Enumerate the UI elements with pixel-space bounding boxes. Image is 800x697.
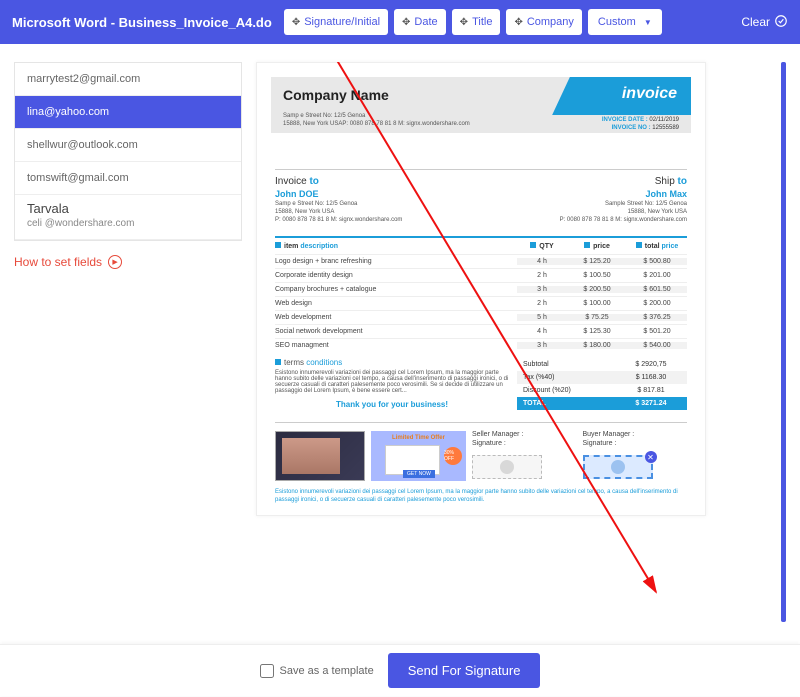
scrollbar[interactable] [781,62,786,622]
seller-signature-box[interactable] [472,455,542,479]
party-row: Invoice to John DOE Samp e Street No: 12… [275,169,687,224]
field-date[interactable]: ✥ Date [394,9,446,35]
table-row: Corporate identity design2 h$ 100.50$ 20… [275,268,687,282]
ship-to: Ship to John Max Sample Street No: 12/5 … [560,176,687,224]
group-email: celi @wondershare.com [27,218,229,229]
save-template-label: Save as a template [280,665,374,677]
table-row: Web design2 h$ 100.00$ 200.00 [275,296,687,310]
document-page[interactable]: Company Name invoice Samp e Street No: 1… [256,62,706,516]
terms: terms conditions Esistono innumerevoli v… [275,358,517,410]
field-label: Date [414,16,437,28]
sidebar: marrytest2@gmail.com lina@yahoo.com shel… [14,62,242,644]
terms-body: Esistono innumerevoli variazioni dei pas… [275,370,509,394]
totals: Subtotal$ 2920,75 Tax (%40)$ 1168.30 Dis… [517,358,687,410]
seller-manager-label: Seller Manager : [472,431,577,438]
buyer-signature-col: Buyer Manager : Signature : ✕ [583,431,688,481]
doc-header: Company Name invoice Samp e Street No: 1… [271,77,691,133]
signature-label: Signature : [472,440,577,447]
field-title[interactable]: ✥ Title [452,9,501,35]
seller-signature-col: Seller Manager : Signature : [472,431,577,481]
thank-you: Thank you for your business! [275,400,509,409]
signature-row: Limited Time Offer 30% OFF GET NOW Selle… [275,422,687,481]
caret-down-icon: ▼ [644,18,652,27]
company-address: Samp e Street No: 12/5 Genoa 15888, New … [283,113,470,129]
custom-field-dropdown[interactable]: Custom ▼ [588,9,662,35]
recipient-item[interactable]: tomswift@gmail.com [15,162,241,195]
howto-label: How to set fields [14,255,102,269]
invoice-meta: INVOICE DATE : 02/11/2019 INVOICE NO : 1… [602,117,679,133]
field-signature-initial[interactable]: ✥ Signature/Initial [284,9,388,35]
clear-button[interactable]: Clear [741,14,788,31]
invoice-to: Invoice to John DOE Samp e Street No: 12… [275,176,402,224]
stamp-icon [611,460,625,474]
play-icon: ▶ [108,255,122,269]
promo-title: Limited Time Offer [375,435,462,441]
field-label: Signature/Initial [304,16,380,28]
document-viewport: Company Name invoice Samp e Street No: 1… [256,62,786,644]
move-icon: ✥ [292,17,300,28]
remove-field-icon[interactable]: ✕ [645,451,657,463]
bottom-bar: Save as a template Send For Signature [0,644,800,696]
buyer-manager-label: Buyer Manager : [583,431,688,438]
table-row: Web development5 h$ 75.25$ 376.25 [275,310,687,324]
move-icon: ✥ [514,17,522,28]
field-company[interactable]: ✥ Company [506,9,581,35]
toolbar: Microsoft Word - Business_Invoice_A4.do … [0,0,800,44]
buyer-signature-box-active[interactable]: ✕ [583,455,653,479]
howto-link[interactable]: How to set fields ▶ [14,255,242,269]
main-area: marrytest2@gmail.com lina@yahoo.com shel… [0,44,800,644]
recipient-group[interactable]: Tarvala celi @wondershare.com [15,195,241,240]
company-name: Company Name [283,87,389,103]
clear-label: Clear [741,15,770,29]
promo-image [275,431,365,481]
below-table: terms conditions Esistono innumerevoli v… [275,358,687,410]
field-label: Company [527,16,574,28]
promo-banner: Limited Time Offer 30% OFF GET NOW [371,431,466,481]
promo-badge: 30% OFF [444,447,462,465]
document-title: Microsoft Word - Business_Invoice_A4.do [12,15,272,30]
invoice-word: invoice [622,85,677,103]
signature-label: Signature : [583,440,688,447]
stamp-icon [500,460,514,474]
move-icon: ✥ [402,17,410,28]
field-label: Title [472,16,492,28]
table-header: item description QTY price total price [275,238,687,254]
table-row: Social network development4 h$ 125.30$ 5… [275,324,687,338]
group-name: Tarvala [27,201,229,216]
recipient-item-active[interactable]: lina@yahoo.com [15,96,241,129]
clear-icon [774,14,788,31]
save-template-checkbox[interactable] [260,664,274,678]
save-as-template[interactable]: Save as a template [260,664,374,678]
recipient-list: marrytest2@gmail.com lina@yahoo.com shel… [14,62,242,241]
move-icon: ✥ [460,17,468,28]
footnote: Esistono innumerevoli variazioni dei pas… [275,489,687,505]
custom-label: Custom [598,16,636,28]
items-table: item description QTY price total price L… [275,236,687,352]
table-row: Company brochures + catalogue3 h$ 200.50… [275,282,687,296]
recipient-item[interactable]: marrytest2@gmail.com [15,63,241,96]
promo-getnow: GET NOW [403,470,435,478]
table-row: SEO managment3 h$ 180.00$ 540.00 [275,338,687,352]
send-for-signature-button[interactable]: Send For Signature [388,653,541,688]
table-row: Logo design + branc refreshing4 h$ 125.2… [275,254,687,268]
recipient-item[interactable]: shellwur@outlook.com [15,129,241,162]
